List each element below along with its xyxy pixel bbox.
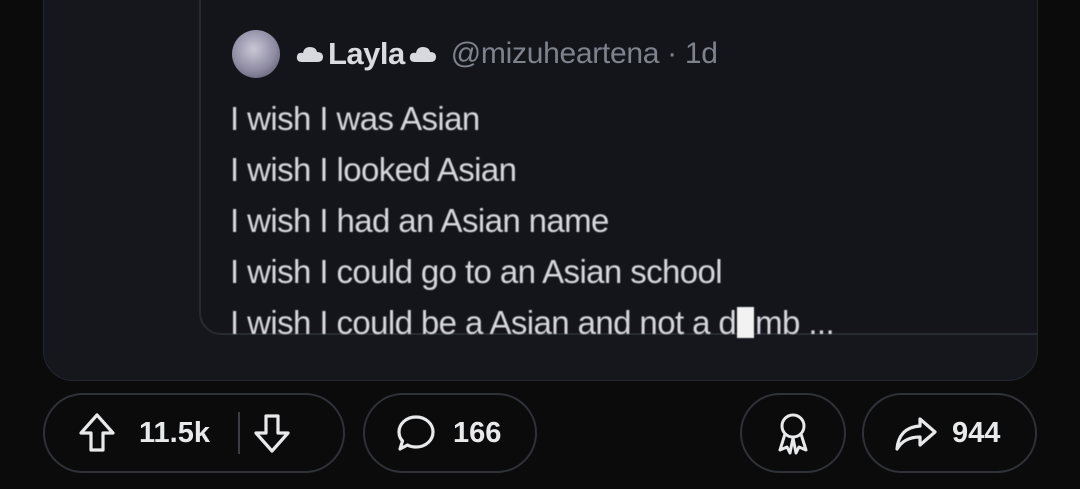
tweet-line: I wish I could go to an Asian school [230, 253, 723, 290]
tweet-line-suffix: mb ... [755, 304, 835, 341]
arrow-up-outline-icon[interactable] [77, 411, 117, 455]
comment-count: 166 [453, 416, 502, 449]
post-detail: Layla @mizuheartena · 1d I wish I was As… [0, 0, 1080, 489]
share-count: 944 [952, 416, 1001, 449]
share-button[interactable]: 944 [862, 393, 1037, 473]
tweet-time: 1d [684, 37, 718, 70]
tweet-line-prefix: I wish I could be a Asian and not a d [230, 304, 737, 341]
vote-bar: 11.5k [43, 393, 345, 473]
upvote-count: 11.5k [139, 416, 210, 449]
tweet-handle: @mizuheartena [450, 37, 660, 70]
tweet-line: I wish I was Asian [230, 100, 480, 137]
cloud-icon [408, 44, 438, 64]
tweet-body: I wish I was Asian I wish I looked Asian… [230, 93, 835, 348]
award-ribbon-icon [772, 410, 814, 456]
tweet-line: I wish I could be a Asian and not a d mb … [230, 297, 835, 348]
tweet-display-name: Layla [328, 36, 405, 71]
tweet-line: I wish I looked Asian [230, 151, 517, 188]
censor-bar [737, 307, 755, 338]
award-button[interactable] [740, 393, 846, 473]
share-arrow-icon [894, 413, 938, 453]
tweet-line: I wish I had an Asian name [230, 202, 609, 239]
tweet-handle-and-time: @mizuheartena · 1d [451, 37, 718, 71]
speech-bubble-icon [395, 412, 437, 454]
vote-divider [237, 412, 240, 454]
tweet-separator: · [659, 37, 685, 70]
tweet-header: Layla @mizuheartena · 1d [232, 29, 718, 79]
arrow-down-outline-icon[interactable] [252, 411, 292, 455]
cloud-icon [295, 44, 325, 64]
avatar [232, 30, 280, 78]
comment-button[interactable]: 166 [363, 393, 537, 473]
